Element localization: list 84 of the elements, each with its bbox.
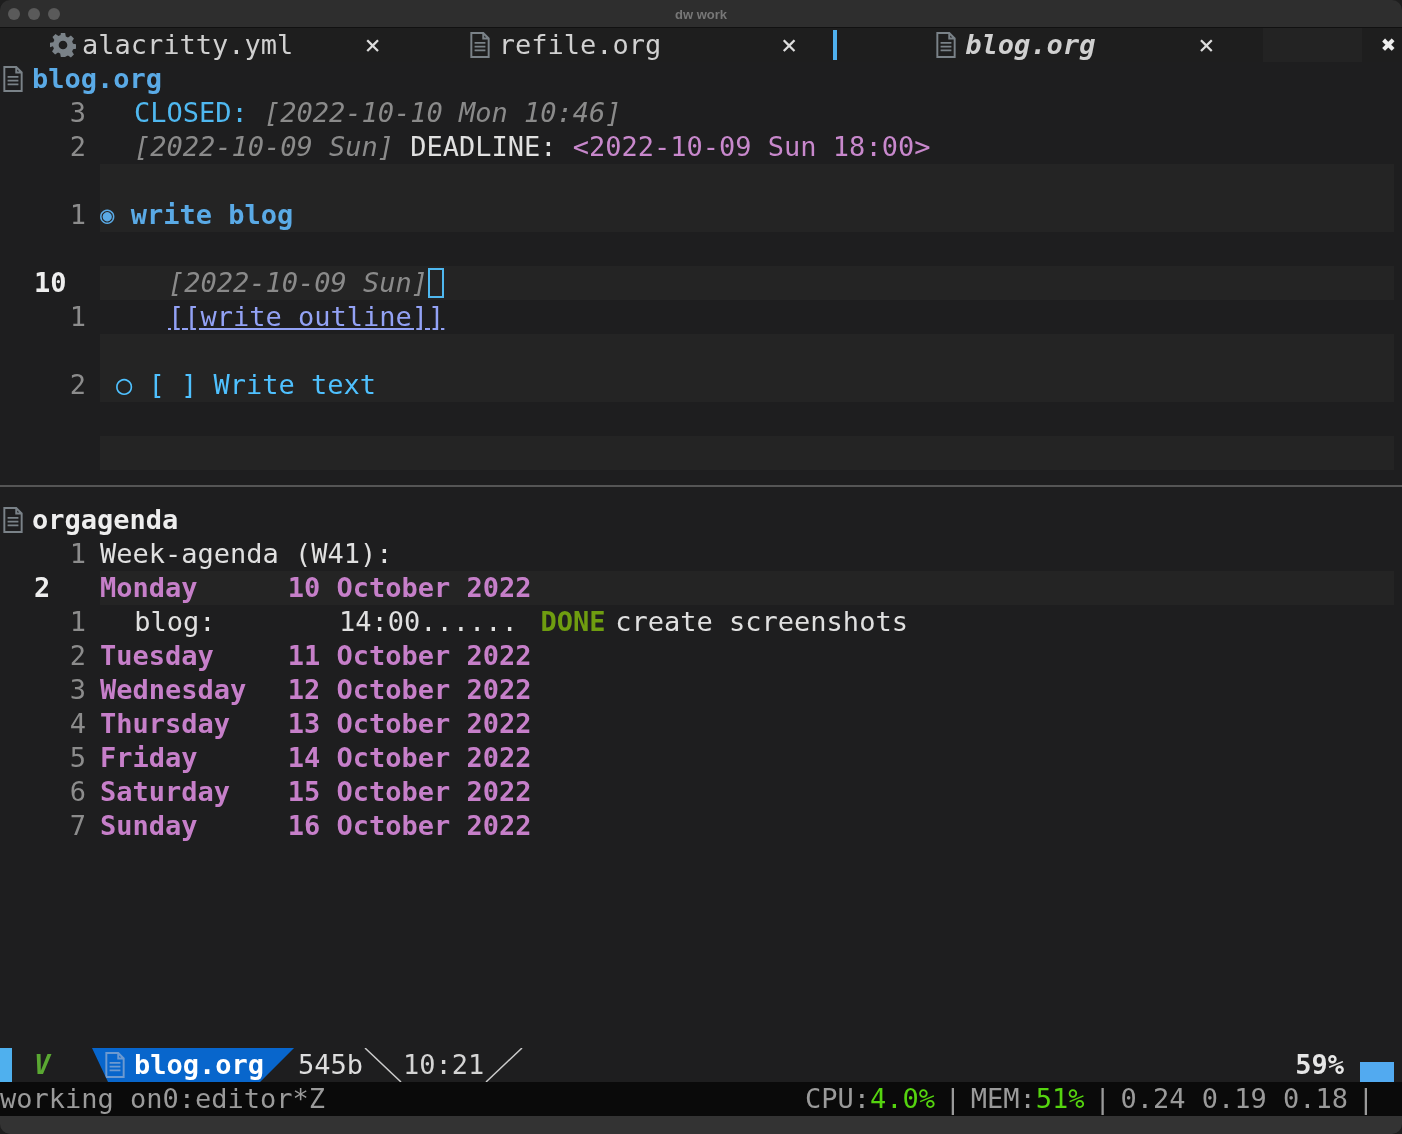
bullet-icon: ◉	[100, 198, 115, 232]
line-number: 2	[68, 130, 87, 164]
close-button[interactable]: ×	[358, 30, 387, 60]
todo-text: Write text	[213, 368, 376, 402]
line-number: 2	[68, 368, 87, 402]
line-number: 3	[68, 96, 87, 130]
buffer-name: blog.org	[32, 62, 163, 96]
date-text: 13 October 2022	[287, 707, 532, 741]
date-text: 12 October 2022	[287, 673, 532, 707]
tab-label: alacritty.yml	[82, 28, 295, 62]
link[interactable]: [[write outline]]	[168, 300, 445, 334]
line-number: 3	[68, 673, 87, 707]
slash-separator	[484, 1048, 525, 1082]
status-value: 51%	[1035, 1082, 1085, 1116]
line-number: 1	[68, 537, 87, 571]
slash-separator	[363, 1048, 404, 1082]
day-name: Thursday	[100, 707, 232, 741]
line-number: 1	[68, 300, 87, 334]
timestamp-text: [2022-10-10 Mon 10:46]	[264, 96, 622, 130]
todo-text: [ ]	[148, 368, 198, 402]
day-name: Friday	[100, 741, 199, 775]
document-icon	[102, 1052, 128, 1078]
tab-label: refile.org	[498, 28, 663, 62]
scroll-indicator	[1360, 1062, 1394, 1082]
line-number: 1	[68, 605, 87, 639]
body-text: Week-agenda (W41):	[100, 537, 393, 571]
document-icon	[0, 66, 26, 92]
editor-tab[interactable]: blog.org ×	[833, 28, 1251, 62]
heading-text: write blog	[130, 198, 294, 232]
status-label: MEM:	[970, 1082, 1036, 1116]
done-keyword: DONE	[540, 605, 606, 639]
time-text: 14:00......	[338, 605, 519, 639]
tab-label: blog.org	[965, 28, 1097, 62]
status-label: 0.24 0.19 0.18	[1120, 1082, 1348, 1116]
keyword-text: CLOSED:	[134, 96, 248, 130]
scroll-percent: 59%	[1295, 1048, 1344, 1082]
separator-text: |	[1357, 1082, 1374, 1116]
mode-indicator	[0, 1048, 12, 1082]
date-text: 11 October 2022	[287, 639, 532, 673]
day-name: Monday	[100, 571, 199, 605]
line-number: 2	[33, 571, 52, 605]
session-name: working on0:editor*Z	[0, 1082, 326, 1116]
day-name: Wednesday	[100, 673, 248, 707]
body-text: DEADLINE:	[410, 130, 557, 164]
editor-tab[interactable]: refile.org ×	[416, 28, 834, 62]
window-control[interactable]	[48, 7, 60, 20]
file-name: blog.org	[134, 1048, 265, 1082]
window-title: dw work	[675, 6, 727, 24]
timestamp-text: [2022-10-09 Sun]	[168, 266, 429, 300]
status-value: 4.0%	[870, 1082, 936, 1116]
todo-text: ○	[116, 368, 133, 402]
date-text: 10 October 2022	[287, 571, 532, 605]
mode-text: V	[34, 1048, 53, 1082]
day-name: Sunday	[100, 809, 199, 843]
timestamp-text: [2022-10-09 Sun]	[134, 130, 395, 164]
close-button[interactable]: ×	[775, 30, 804, 60]
status-label: CPU:	[805, 1082, 871, 1116]
separator-text: |	[1094, 1082, 1111, 1116]
day-name: Saturday	[100, 775, 232, 809]
document-icon	[0, 507, 26, 533]
date-text: 16 October 2022	[287, 809, 532, 843]
date-text: 15 October 2022	[287, 775, 532, 809]
deadline-date: <2022-10-09 Sun 18:00>	[572, 130, 931, 164]
window-control[interactable]	[28, 7, 40, 20]
date-text: 14 October 2022	[287, 741, 532, 775]
line-number: 1	[68, 198, 87, 232]
buffer-name: orgagenda	[32, 503, 179, 537]
body-text: create screenshots	[615, 605, 908, 639]
line-number: 7	[68, 809, 87, 843]
line-number: 6	[68, 775, 87, 809]
gear-icon	[50, 32, 76, 58]
line-number: 5	[68, 741, 87, 775]
line-number: 10	[33, 266, 68, 300]
line-number: 4	[68, 707, 87, 741]
separator-text: |	[944, 1082, 962, 1116]
editor-tab[interactable]: alacritty.yml ×	[0, 28, 417, 62]
line-number: 2	[68, 639, 87, 673]
window-control[interactable]	[8, 7, 20, 20]
category-text: blog:	[133, 605, 217, 639]
close-button[interactable]: ×	[1192, 30, 1221, 60]
day-name: Tuesday	[100, 639, 215, 673]
file-size: 545b	[298, 1048, 364, 1082]
close-all-button[interactable]: ✖	[1375, 30, 1402, 60]
cursor-position: 10:21	[403, 1048, 485, 1082]
